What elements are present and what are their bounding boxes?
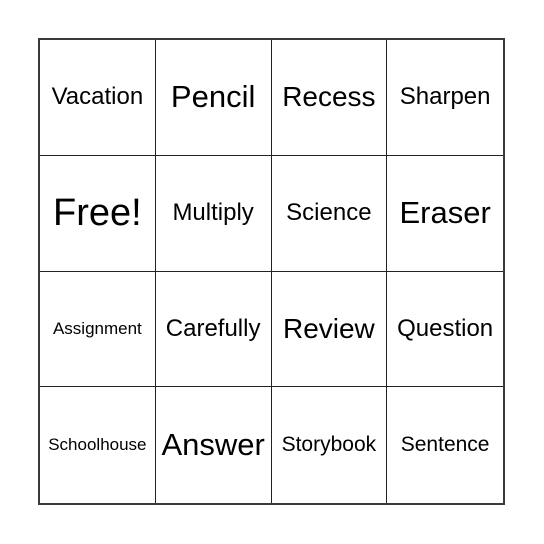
bingo-cell[interactable]: Science [271, 155, 388, 272]
bingo-cell[interactable]: Assignment [40, 271, 156, 388]
bingo-cell[interactable]: Schoolhouse [40, 387, 156, 503]
bingo-cell[interactable]: Eraser [387, 156, 503, 272]
bingo-cell[interactable]: Recess [271, 40, 388, 156]
bingo-card: Vacation Pencil Recess Sharpen Free! Mul… [38, 38, 505, 505]
bingo-cell[interactable]: Pencil [155, 40, 272, 156]
bingo-cell-free-space[interactable]: Free! [40, 155, 156, 272]
bingo-cell[interactable]: Sharpen [387, 40, 503, 156]
bingo-grid: Vacation Pencil Recess Sharpen Free! Mul… [40, 40, 503, 503]
bingo-cell[interactable]: Storybook [272, 387, 388, 503]
bingo-cell[interactable]: Carefully [155, 271, 272, 388]
bingo-cell[interactable]: Sentence [387, 387, 503, 503]
bingo-cell[interactable]: Answer [156, 387, 272, 503]
bingo-cell[interactable]: Multiply [155, 155, 272, 272]
bingo-cell[interactable]: Review [271, 271, 388, 388]
bingo-cell[interactable]: Vacation [40, 40, 156, 156]
bingo-cell[interactable]: Question [387, 272, 503, 388]
